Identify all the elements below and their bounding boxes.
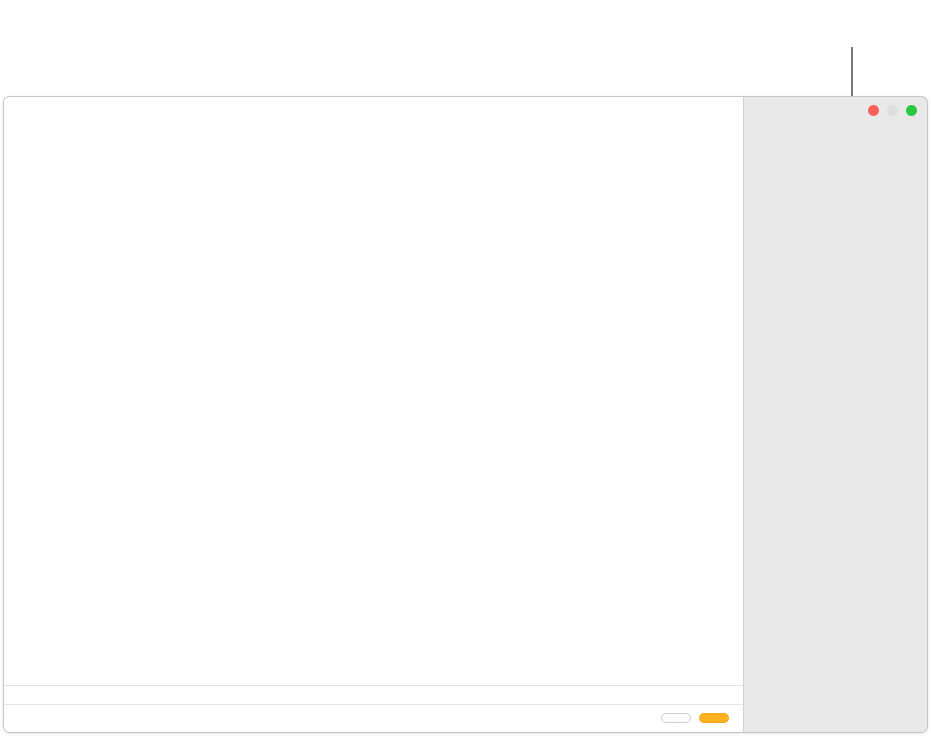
footer-panel xyxy=(4,685,743,732)
cancel-button[interactable] xyxy=(661,713,691,723)
zoom-button[interactable] xyxy=(906,105,917,116)
template-gallery xyxy=(4,97,743,732)
window-controls xyxy=(868,105,917,116)
create-button[interactable] xyxy=(699,713,729,723)
footer-description xyxy=(4,696,743,704)
close-button[interactable] xyxy=(868,105,879,116)
template-chooser-window xyxy=(3,96,928,733)
category-sidebar xyxy=(743,97,927,732)
minimize-button[interactable] xyxy=(887,105,898,116)
page-title xyxy=(4,97,743,119)
footer-title xyxy=(4,686,743,696)
screenshot-root xyxy=(0,0,931,739)
footer-actions xyxy=(4,704,743,732)
